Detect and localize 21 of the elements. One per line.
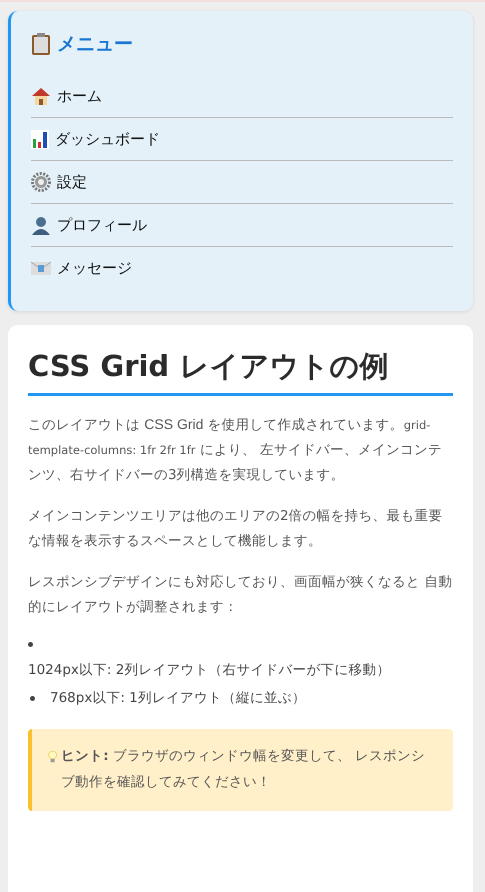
list-item: 1024px以下: 2列レイアウト（右サイドバーが下に移動） [28, 661, 392, 680]
menu-item[interactable]: プロフィール [31, 204, 453, 247]
person-icon [31, 215, 51, 235]
paragraph: レスポンシブデザインにも対応しており、画面幅が狭くなると 自動的にレイアウトが調整されます： [28, 573, 453, 617]
bullet-icon [30, 696, 35, 700]
menu-item[interactable]: ホーム [31, 75, 453, 118]
gear-icon [31, 172, 51, 192]
bullet-icon [28, 642, 33, 647]
menu-item[interactable]: ダッシュボード [31, 118, 453, 161]
envelope-icon [31, 260, 51, 276]
menu-item[interactable]: 設定 [31, 161, 453, 204]
menu-item[interactable]: メッセージ [31, 247, 453, 289]
menu-title: メニュー [57, 32, 133, 57]
paragraph: このレイアウトは CSS Grid を使用して作成されています。grid-template-columns: 1fr 2fr 1fr により、 左サイドバー、メインコンテンツ、右サイドバーの3列構造を実現しています。 [28, 415, 444, 485]
list-item: 768px以下: 1列レイアウト（縦に並ぶ） [50, 689, 306, 708]
paragraph: メインコンテンツエリアは他のエリアの2倍の幅を持ち、最も重要な情報を表示するスペースとして機能します。 [28, 507, 444, 551]
clipboard-icon [31, 33, 51, 55]
house-icon [31, 86, 51, 106]
bar-chart-icon [31, 129, 49, 149]
hint-text: ヒント: ブラウザのウィンドウ幅を変更して、 レスポンシブ動作を確認してみてください！ [61, 747, 426, 792]
page-heading: CSS Grid レイアウトの例 [28, 347, 453, 396]
